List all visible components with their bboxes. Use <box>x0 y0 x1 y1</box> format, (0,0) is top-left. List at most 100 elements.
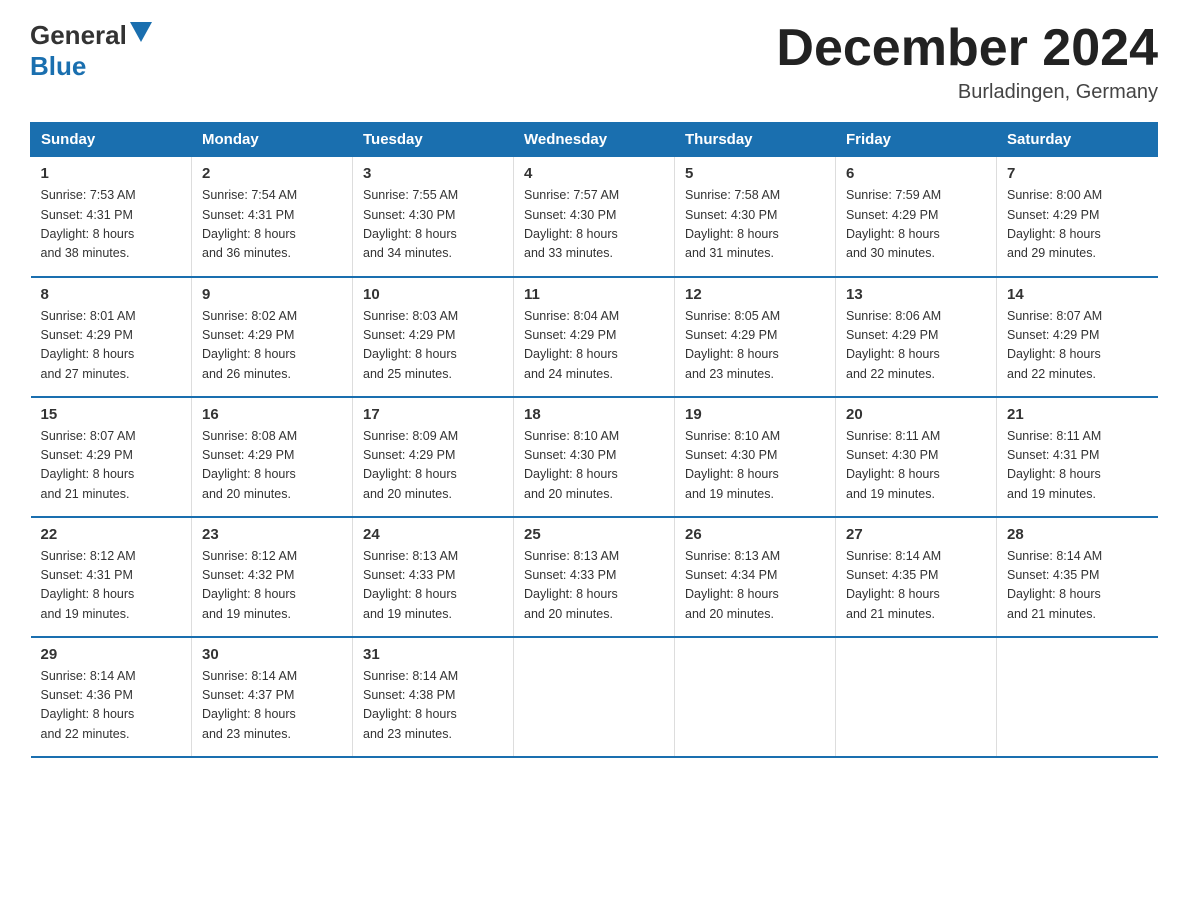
day-number: 16 <box>202 406 342 423</box>
day-cell-9: 9 Sunrise: 8:02 AMSunset: 4:29 PMDaylight… <box>192 277 353 397</box>
day-number: 8 <box>41 286 182 303</box>
empty-cell <box>675 637 836 757</box>
day-info: Sunrise: 7:58 AMSunset: 4:30 PMDaylight:… <box>685 186 825 264</box>
day-number: 25 <box>524 526 664 543</box>
day-info: Sunrise: 8:02 AMSunset: 4:29 PMDaylight:… <box>202 307 342 385</box>
week-row-4: 22 Sunrise: 8:12 AMSunset: 4:31 PMDayligh… <box>31 517 1158 637</box>
day-info: Sunrise: 8:01 AMSunset: 4:29 PMDaylight:… <box>41 307 182 385</box>
header-thursday: Thursday <box>675 123 836 157</box>
day-info: Sunrise: 8:03 AMSunset: 4:29 PMDaylight:… <box>363 307 503 385</box>
week-row-2: 8 Sunrise: 8:01 AMSunset: 4:29 PMDaylight… <box>31 277 1158 397</box>
empty-cell <box>514 637 675 757</box>
day-info: Sunrise: 8:14 AMSunset: 4:37 PMDaylight:… <box>202 667 342 745</box>
day-number: 14 <box>1007 286 1148 303</box>
day-number: 19 <box>685 406 825 423</box>
day-cell-21: 21 Sunrise: 8:11 AMSunset: 4:31 PMDayligh… <box>997 397 1158 517</box>
day-info: Sunrise: 8:14 AMSunset: 4:35 PMDaylight:… <box>1007 547 1148 625</box>
day-number: 3 <box>363 165 503 182</box>
day-number: 23 <box>202 526 342 543</box>
month-title: December 2024 <box>776 20 1158 77</box>
header-wednesday: Wednesday <box>514 123 675 157</box>
day-info: Sunrise: 8:13 AMSunset: 4:34 PMDaylight:… <box>685 547 825 625</box>
day-info: Sunrise: 8:07 AMSunset: 4:29 PMDaylight:… <box>1007 307 1148 385</box>
day-number: 9 <box>202 286 342 303</box>
day-number: 21 <box>1007 406 1148 423</box>
day-number: 22 <box>41 526 182 543</box>
day-number: 2 <box>202 165 342 182</box>
day-number: 30 <box>202 646 342 663</box>
day-cell-15: 15Sunrise: 8:07 AMSunset: 4:29 PMDayligh… <box>31 397 192 517</box>
day-info: Sunrise: 8:06 AMSunset: 4:29 PMDaylight:… <box>846 307 986 385</box>
day-number: 31 <box>363 646 503 663</box>
day-info: Sunrise: 8:11 AMSunset: 4:31 PMDaylight:… <box>1007 427 1148 505</box>
day-number: 13 <box>846 286 986 303</box>
day-cell-11: 11Sunrise: 8:04 AMSunset: 4:29 PMDayligh… <box>514 277 675 397</box>
header-friday: Friday <box>836 123 997 157</box>
day-cell-26: 26Sunrise: 8:13 AMSunset: 4:34 PMDayligh… <box>675 517 836 637</box>
day-cell-23: 23 Sunrise: 8:12 AMSunset: 4:32 PMDayligh… <box>192 517 353 637</box>
day-info: Sunrise: 8:08 AMSunset: 4:29 PMDaylight:… <box>202 427 342 505</box>
day-cell-2: 2 Sunrise: 7:54 AMSunset: 4:31 PMDaylight… <box>192 157 353 277</box>
day-number: 5 <box>685 165 825 182</box>
day-info: Sunrise: 8:14 AMSunset: 4:35 PMDaylight:… <box>846 547 986 625</box>
week-row-1: 1 Sunrise: 7:53 AMSunset: 4:31 PMDaylight… <box>31 157 1158 277</box>
day-info: Sunrise: 8:10 AMSunset: 4:30 PMDaylight:… <box>524 427 664 505</box>
calendar-header-row: SundayMondayTuesdayWednesdayThursdayFrid… <box>31 123 1158 157</box>
day-cell-28: 28 Sunrise: 8:14 AMSunset: 4:35 PMDayligh… <box>997 517 1158 637</box>
location: Burladingen, Germany <box>776 81 1158 104</box>
day-number: 27 <box>846 526 986 543</box>
day-cell-22: 22 Sunrise: 8:12 AMSunset: 4:31 PMDayligh… <box>31 517 192 637</box>
day-cell-30: 30 Sunrise: 8:14 AMSunset: 4:37 PMDayligh… <box>192 637 353 757</box>
day-number: 18 <box>524 406 664 423</box>
day-cell-25: 25 Sunrise: 8:13 AMSunset: 4:33 PMDayligh… <box>514 517 675 637</box>
day-info: Sunrise: 8:13 AMSunset: 4:33 PMDaylight:… <box>524 547 664 625</box>
day-cell-17: 17Sunrise: 8:09 AMSunset: 4:29 PMDayligh… <box>353 397 514 517</box>
empty-cell <box>836 637 997 757</box>
header-monday: Monday <box>192 123 353 157</box>
day-info: Sunrise: 8:13 AMSunset: 4:33 PMDaylight:… <box>363 547 503 625</box>
day-info: Sunrise: 8:14 AMSunset: 4:38 PMDaylight:… <box>363 667 503 745</box>
day-number: 7 <box>1007 165 1148 182</box>
day-cell-8: 8 Sunrise: 8:01 AMSunset: 4:29 PMDaylight… <box>31 277 192 397</box>
day-cell-12: 12 Sunrise: 8:05 AMSunset: 4:29 PMDayligh… <box>675 277 836 397</box>
page-header: General Blue December 2024 Burladingen, … <box>30 20 1158 104</box>
day-number: 28 <box>1007 526 1148 543</box>
day-info: Sunrise: 8:11 AMSunset: 4:30 PMDaylight:… <box>846 427 986 505</box>
week-row-5: 29 Sunrise: 8:14 AMSunset: 4:36 PMDayligh… <box>31 637 1158 757</box>
day-info: Sunrise: 7:53 AMSunset: 4:31 PMDaylight:… <box>41 186 182 264</box>
logo: General Blue <box>30 20 152 82</box>
empty-cell <box>997 637 1158 757</box>
day-info: Sunrise: 8:05 AMSunset: 4:29 PMDaylight:… <box>685 307 825 385</box>
day-info: Sunrise: 8:12 AMSunset: 4:32 PMDaylight:… <box>202 547 342 625</box>
day-number: 12 <box>685 286 825 303</box>
day-info: Sunrise: 7:57 AMSunset: 4:30 PMDaylight:… <box>524 186 664 264</box>
day-cell-6: 6 Sunrise: 7:59 AMSunset: 4:29 PMDaylight… <box>836 157 997 277</box>
day-info: Sunrise: 8:12 AMSunset: 4:31 PMDaylight:… <box>41 547 182 625</box>
day-cell-7: 7 Sunrise: 8:00 AMSunset: 4:29 PMDaylight… <box>997 157 1158 277</box>
day-cell-14: 14 Sunrise: 8:07 AMSunset: 4:29 PMDayligh… <box>997 277 1158 397</box>
day-cell-19: 19Sunrise: 8:10 AMSunset: 4:30 PMDayligh… <box>675 397 836 517</box>
day-cell-31: 31 Sunrise: 8:14 AMSunset: 4:38 PMDayligh… <box>353 637 514 757</box>
day-number: 6 <box>846 165 986 182</box>
day-cell-10: 10 Sunrise: 8:03 AMSunset: 4:29 PMDayligh… <box>353 277 514 397</box>
title-block: December 2024 Burladingen, Germany <box>776 20 1158 104</box>
day-cell-13: 13 Sunrise: 8:06 AMSunset: 4:29 PMDayligh… <box>836 277 997 397</box>
day-number: 4 <box>524 165 664 182</box>
week-row-3: 15Sunrise: 8:07 AMSunset: 4:29 PMDayligh… <box>31 397 1158 517</box>
day-info: Sunrise: 7:55 AMSunset: 4:30 PMDaylight:… <box>363 186 503 264</box>
day-cell-18: 18 Sunrise: 8:10 AMSunset: 4:30 PMDayligh… <box>514 397 675 517</box>
day-number: 29 <box>41 646 182 663</box>
day-cell-27: 27 Sunrise: 8:14 AMSunset: 4:35 PMDayligh… <box>836 517 997 637</box>
day-number: 20 <box>846 406 986 423</box>
header-tuesday: Tuesday <box>353 123 514 157</box>
day-cell-20: 20 Sunrise: 8:11 AMSunset: 4:30 PMDayligh… <box>836 397 997 517</box>
day-info: Sunrise: 8:14 AMSunset: 4:36 PMDaylight:… <box>41 667 182 745</box>
day-cell-1: 1 Sunrise: 7:53 AMSunset: 4:31 PMDaylight… <box>31 157 192 277</box>
day-info: Sunrise: 7:59 AMSunset: 4:29 PMDaylight:… <box>846 186 986 264</box>
day-info: Sunrise: 7:54 AMSunset: 4:31 PMDaylight:… <box>202 186 342 264</box>
day-cell-3: 3 Sunrise: 7:55 AMSunset: 4:30 PMDaylight… <box>353 157 514 277</box>
day-number: 1 <box>41 165 182 182</box>
day-cell-4: 4 Sunrise: 7:57 AMSunset: 4:30 PMDaylight… <box>514 157 675 277</box>
day-info: Sunrise: 8:00 AMSunset: 4:29 PMDaylight:… <box>1007 186 1148 264</box>
day-number: 10 <box>363 286 503 303</box>
